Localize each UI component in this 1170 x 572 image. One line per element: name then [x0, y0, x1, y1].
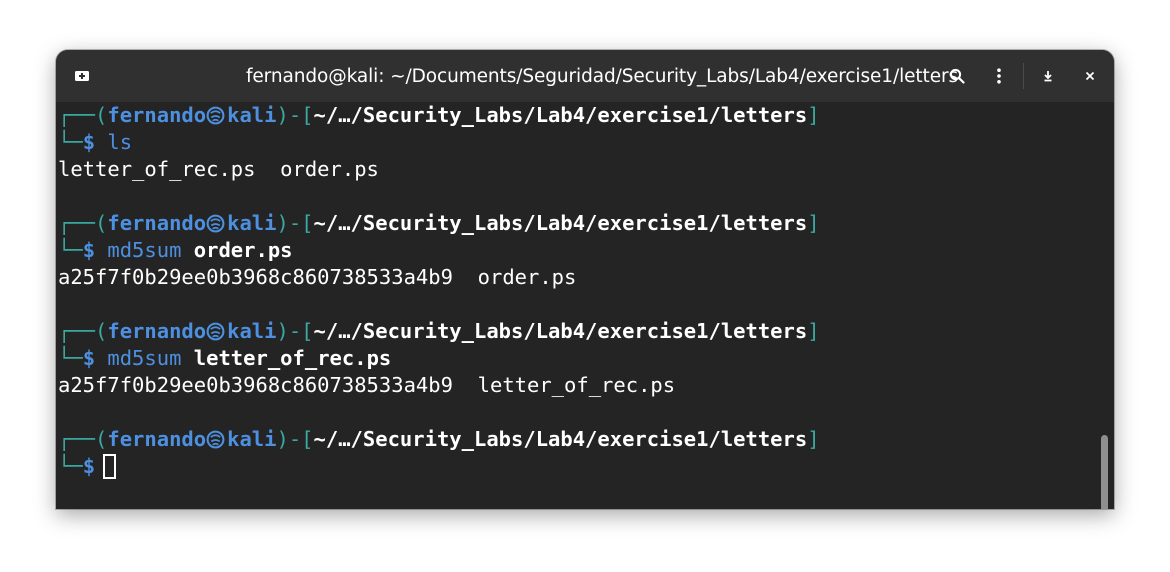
- prompt-path: ~/…/Security_Labs/Lab4/exercise1/letters: [313, 427, 808, 451]
- close-icon[interactable]: [1076, 62, 1104, 90]
- text-cursor[interactable]: [103, 454, 117, 479]
- prompt-frame: ┌──(: [58, 427, 108, 451]
- kali-dragon-icon: [206, 322, 225, 341]
- titlebar-separator: [1023, 63, 1024, 89]
- terminal-output[interactable]: ┌──(fernando kali)-[~/…/Security_Labs/Lab…: [56, 102, 1114, 509]
- prompt-path: ~/…/Security_Labs/Lab4/exercise1/letters: [313, 211, 808, 235]
- prompt-user: fernando: [107, 211, 207, 235]
- prompt-host: kali: [227, 103, 277, 127]
- prompt-path: ~/…/Security_Labs/Lab4/exercise1/letters: [313, 103, 808, 127]
- prompt-user: fernando: [107, 319, 207, 343]
- search-icon[interactable]: [943, 62, 971, 90]
- prompt-frame: ┌──(: [58, 211, 108, 235]
- minimize-icon[interactable]: [1034, 62, 1062, 90]
- command-name: ls: [107, 130, 133, 154]
- prompt-line: ┌──(fernando kali)-[~/…/Security_Labs/Lab…: [58, 426, 820, 453]
- command-output: letter_of_rec.ps order.ps: [58, 156, 379, 183]
- prompt-line: ┌──(fernando kali)-[~/…/Security_Labs/Lab…: [58, 318, 820, 345]
- command-line: └─$ ls: [58, 129, 132, 156]
- kali-dragon-icon: [206, 106, 225, 125]
- prompt-frame: )-[: [276, 103, 314, 127]
- title-bar: fernando@kali: ~/Documents/Seguridad/Sec…: [56, 50, 1114, 102]
- prompt-frame: └─: [58, 238, 83, 262]
- command-output: a25f7f0b29ee0b3968c860738533a4b9 letter_…: [58, 372, 675, 399]
- output-text: letter_of_rec.ps order.ps: [58, 157, 379, 181]
- prompt-host: kali: [227, 211, 277, 235]
- prompt-dollar: $: [82, 130, 96, 154]
- prompt-frame: ]: [807, 211, 820, 235]
- prompt-host: kali: [227, 319, 277, 343]
- prompt-frame: └─: [58, 454, 83, 478]
- prompt-line: ┌──(fernando kali)-[~/…/Security_Labs/Lab…: [58, 102, 820, 129]
- command-line: └─$ md5sum order.ps: [58, 237, 293, 264]
- command-line: └─$ md5sum letter_of_rec.ps: [58, 345, 391, 372]
- prompt-frame: )-[: [276, 319, 314, 343]
- prompt-frame: ]: [807, 103, 820, 127]
- output-text: a25f7f0b29ee0b3968c860738533a4b9 order.p…: [58, 265, 577, 289]
- terminal-window: fernando@kali: ~/Documents/Seguridad/Sec…: [56, 50, 1114, 509]
- prompt-dollar: $: [82, 346, 96, 370]
- prompt-frame: ┌──(: [58, 103, 108, 127]
- output-text: a25f7f0b29ee0b3968c860738533a4b9 letter_…: [58, 373, 676, 397]
- kali-dragon-icon: [206, 214, 225, 233]
- command-name: md5sum: [107, 346, 182, 370]
- prompt-frame: ┌──(: [58, 319, 108, 343]
- prompt-dollar: $: [82, 238, 96, 262]
- prompt-user: fernando: [107, 427, 207, 451]
- kali-dragon-icon: [206, 430, 225, 449]
- kebab-menu-icon[interactable]: [985, 62, 1013, 90]
- prompt-frame: ]: [807, 319, 820, 343]
- command-line[interactable]: └─$: [58, 453, 117, 480]
- command-args: letter_of_rec.ps: [193, 346, 392, 370]
- command-args: order.ps: [193, 238, 293, 262]
- command-name: md5sum: [107, 238, 182, 262]
- prompt-dollar: $: [82, 454, 96, 478]
- prompt-host: kali: [227, 427, 277, 451]
- prompt-frame: └─: [58, 346, 83, 370]
- prompt-path: ~/…/Security_Labs/Lab4/exercise1/letters: [313, 319, 808, 343]
- prompt-user: fernando: [107, 103, 207, 127]
- prompt-frame: ]: [807, 427, 820, 451]
- prompt-frame: )-[: [276, 211, 314, 235]
- prompt-line: ┌──(fernando kali)-[~/…/Security_Labs/Lab…: [58, 210, 820, 237]
- prompt-frame: )-[: [276, 427, 314, 451]
- prompt-frame: └─: [58, 130, 83, 154]
- command-output: a25f7f0b29ee0b3968c860738533a4b9 order.p…: [58, 264, 576, 291]
- vertical-scrollbar[interactable]: [1101, 435, 1108, 509]
